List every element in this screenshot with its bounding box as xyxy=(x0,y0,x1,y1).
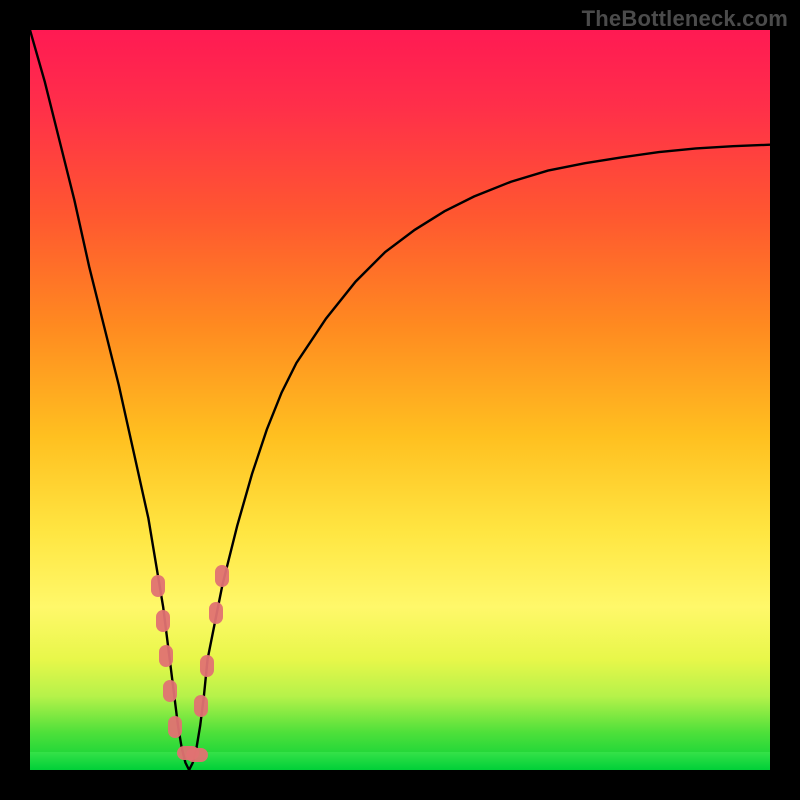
bottleneck-curve xyxy=(30,30,770,770)
curve-markers xyxy=(151,565,229,762)
plot-area xyxy=(30,30,770,770)
watermark-text: TheBottleneck.com xyxy=(582,6,788,32)
curve-layer xyxy=(30,30,770,770)
chart-frame: TheBottleneck.com xyxy=(0,0,800,800)
baseline-bar xyxy=(30,752,770,770)
